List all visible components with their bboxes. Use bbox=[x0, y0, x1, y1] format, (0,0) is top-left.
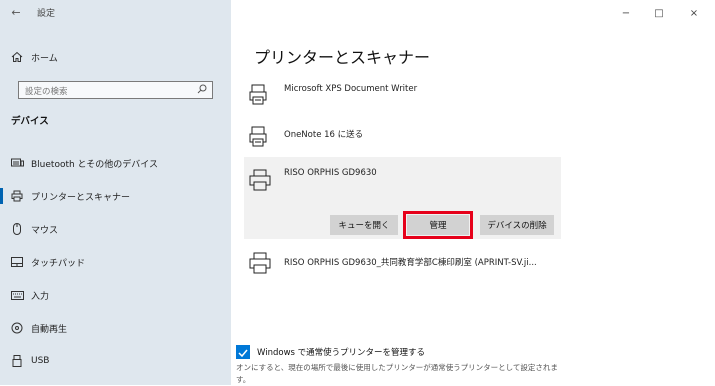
page-title: プリンターとスキャナー bbox=[254, 48, 431, 67]
close-icon: × bbox=[689, 8, 699, 19]
autoplay-icon bbox=[10, 321, 24, 335]
printer-icon bbox=[249, 252, 271, 274]
printer-icon bbox=[10, 189, 24, 203]
printer-name: RISO ORPHIS GD9630_共同教育学部C棟印刷室 (APRINT-S… bbox=[284, 258, 537, 268]
section-title: デバイス bbox=[11, 116, 49, 127]
sidebar-item-label: Bluetooth とその他のデバイス bbox=[31, 159, 159, 170]
printer-name: Microsoft XPS Document Writer bbox=[284, 84, 418, 94]
maximize-button[interactable]: □ bbox=[651, 8, 667, 19]
back-arrow-icon: ← bbox=[11, 5, 21, 19]
default-printer-checkbox[interactable] bbox=[236, 345, 250, 359]
minimize-button[interactable]: − bbox=[618, 8, 634, 19]
home-icon bbox=[10, 50, 24, 64]
sidebar-item-printers[interactable]: プリンターとスキャナー bbox=[0, 183, 231, 209]
main-content: − □ × プリンターとスキャナー Microsoft XPS Document… bbox=[231, 0, 715, 385]
highlight-box bbox=[403, 211, 473, 239]
open-queue-button[interactable]: キューを開く bbox=[330, 215, 398, 235]
search-placeholder: 設定の検索 bbox=[25, 87, 68, 97]
printer-name: RISO ORPHIS GD9630 bbox=[284, 168, 377, 178]
printer-item[interactable]: OneNote 16 に送る bbox=[244, 120, 561, 154]
printer-item[interactable]: RISO ORPHIS GD9630_共同教育学部C棟印刷室 (APRINT-S… bbox=[244, 248, 561, 282]
document-printer-icon bbox=[249, 126, 271, 148]
sidebar: ← 設定 ホーム 設定の検索 デバイス Bluetooth とその他のデバイス … bbox=[0, 0, 231, 385]
keyboard-icon bbox=[10, 156, 24, 170]
sidebar-item-bluetooth[interactable]: Bluetooth とその他のデバイス bbox=[0, 150, 231, 176]
active-indicator bbox=[0, 188, 3, 204]
sidebar-item-label: マウス bbox=[31, 225, 59, 236]
search-input[interactable]: 設定の検索 bbox=[18, 81, 213, 99]
search-icon bbox=[197, 84, 207, 97]
checkmark-icon bbox=[238, 349, 248, 358]
sidebar-item-label: プリンターとスキャナー bbox=[31, 192, 131, 203]
default-printer-label[interactable]: Windows で通常使うプリンターを管理する bbox=[257, 346, 425, 358]
sidebar-item-label: ホーム bbox=[31, 53, 58, 64]
touchpad-icon bbox=[10, 255, 24, 269]
printer-item-selected[interactable]: RISO ORPHIS GD9630 キューを開く 管理 デバイスの削除 bbox=[244, 157, 561, 239]
printer-name: OneNote 16 に送る bbox=[284, 130, 364, 140]
sidebar-item-usb[interactable]: USB bbox=[0, 348, 231, 374]
back-button[interactable]: ← bbox=[6, 2, 26, 22]
sidebar-item-mouse[interactable]: マウス bbox=[0, 216, 231, 242]
sidebar-item-label: USB bbox=[31, 356, 50, 366]
sidebar-item-label: 入力 bbox=[31, 291, 50, 302]
sidebar-item-autoplay[interactable]: 自動再生 bbox=[0, 315, 231, 341]
keyboard-icon bbox=[10, 288, 24, 302]
remove-device-button[interactable]: デバイスの削除 bbox=[480, 215, 554, 235]
usb-icon bbox=[10, 354, 24, 368]
mouse-icon bbox=[10, 222, 24, 236]
sidebar-item-label: タッチパッド bbox=[31, 258, 86, 269]
window-title: 設定 bbox=[37, 9, 56, 19]
sidebar-item-label: 自動再生 bbox=[31, 324, 68, 335]
sidebar-item-touchpad[interactable]: タッチパッド bbox=[0, 249, 231, 275]
printer-icon bbox=[249, 169, 271, 191]
default-printer-description: オンにすると、現在の場所で最後に使用したプリンターが通常使うプリンターとして設定… bbox=[236, 363, 558, 384]
sidebar-item-home[interactable]: ホーム bbox=[0, 44, 231, 70]
document-printer-icon bbox=[249, 84, 271, 106]
minimize-icon: − bbox=[621, 8, 631, 19]
printer-item[interactable]: Microsoft XPS Document Writer bbox=[244, 78, 561, 112]
maximize-icon: □ bbox=[654, 8, 664, 19]
sidebar-item-input[interactable]: 入力 bbox=[0, 282, 231, 308]
close-button[interactable]: × bbox=[686, 8, 702, 19]
